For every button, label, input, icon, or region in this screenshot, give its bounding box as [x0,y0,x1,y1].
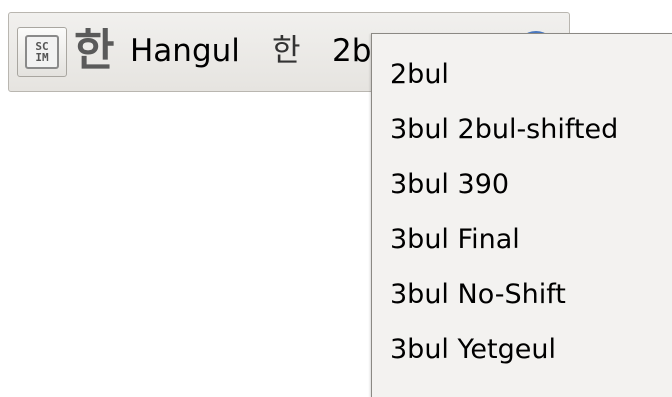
input-method-name[interactable]: Hangul [130,21,240,81]
keyboard-layout-menu: 2bul 3bul 2bul-shifted 3bul 390 3bul Fin… [371,33,672,397]
menu-item-3bul-390[interactable]: 3bul 390 [372,157,672,212]
hangul-mode-toggle[interactable]: 한 [272,21,301,81]
menu-item-3bul-2bul-shifted[interactable]: 3bul 2bul-shifted [372,102,672,157]
menu-item-3bul-final[interactable]: 3bul Final [372,212,672,267]
scim-icon-text-bottom: IM [35,51,49,64]
screen: SC IM 한 Hangul 한 2bul 2bul 3bul 2bul-shi… [0,0,672,397]
scim-logo-icon: SC IM [25,35,59,69]
menu-item-2bul[interactable]: 2bul [372,47,672,102]
scim-menu-button[interactable]: SC IM [17,27,67,77]
menu-item-3bul-no-shift[interactable]: 3bul No-Shift [372,267,672,322]
menu-item-3bul-yetgeul[interactable]: 3bul Yetgeul [372,322,672,377]
input-method-indicator[interactable]: 한 [74,21,114,81]
